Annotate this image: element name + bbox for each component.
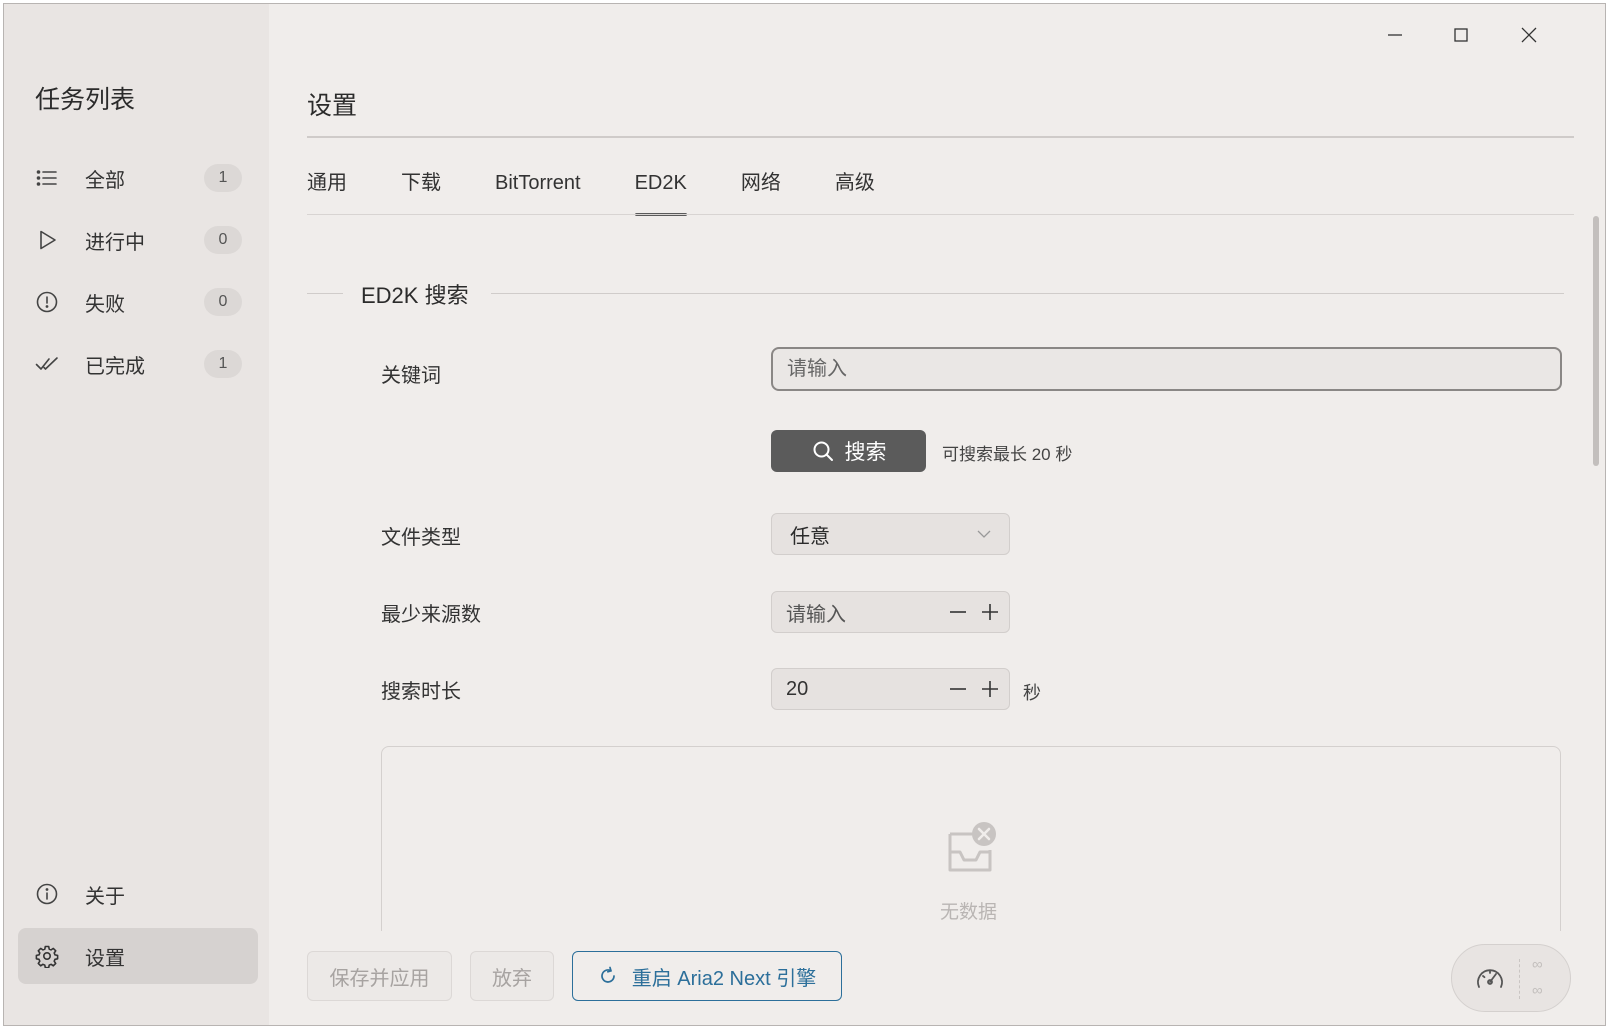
upload-speed: ∞ <box>1532 956 1543 973</box>
sidebar-item-active[interactable]: 进行中 0 <box>18 212 258 268</box>
file-type-value: 任意 <box>790 525 830 548</box>
keyword-input[interactable] <box>771 347 1562 391</box>
decrement-button[interactable] <box>945 676 971 702</box>
sidebar-item-label: 已完成 <box>85 355 145 378</box>
search-button-label: 搜索 <box>844 441 887 464</box>
sidebar-item-label: 失败 <box>85 293 125 316</box>
count-badge: 1 <box>204 350 242 378</box>
tab-bittorrent[interactable]: BitTorrent <box>495 164 581 216</box>
sidebar-item-failed[interactable]: 失败 0 <box>18 274 258 330</box>
count-badge: 0 <box>204 288 242 316</box>
search-icon <box>813 441 833 461</box>
count-badge: 1 <box>204 164 242 192</box>
download-speed: ∞ <box>1532 982 1543 999</box>
sidebar-item-label: 全部 <box>85 169 125 192</box>
minimize-button[interactable] <box>1372 18 1418 52</box>
maximize-icon <box>1454 28 1468 42</box>
min-sources-label: 最少来源数 <box>381 604 481 626</box>
play-icon <box>33 226 61 254</box>
settings-tabs: 通用 下载 BitTorrent ED2K 网络 高级 <box>307 164 929 216</box>
refresh-icon <box>600 966 615 983</box>
plus-icon <box>982 681 998 697</box>
tab-ed2k[interactable]: ED2K <box>634 164 688 216</box>
restart-engine-label: 重启 Aria2 Next 引擎 <box>631 967 817 990</box>
sidebar: 任务列表 全部 1 进行中 0 失败 0 已完成 1 关于 设置 <box>4 4 269 1025</box>
search-hint: 可搜索最长 20 秒 <box>942 445 1073 464</box>
discard-button[interactable]: 放弃 <box>470 951 554 1001</box>
list-icon <box>33 164 61 192</box>
search-button[interactable]: 搜索 <box>771 430 926 472</box>
duration-unit: 秒 <box>1023 683 1041 703</box>
info-icon <box>33 880 61 908</box>
title-divider <box>307 136 1574 138</box>
increment-button[interactable] <box>977 599 1003 625</box>
speedometer-icon <box>1477 969 1503 988</box>
search-duration-label: 搜索时长 <box>381 681 461 703</box>
search-duration-input[interactable]: 20 <box>772 678 945 701</box>
section-divider <box>491 293 1564 294</box>
speed-divider <box>1519 959 1521 999</box>
alert-circle-icon <box>33 288 61 316</box>
chevron-down-icon <box>977 530 991 538</box>
double-check-icon <box>33 350 61 378</box>
sidebar-item-all[interactable]: 全部 1 <box>18 150 258 206</box>
page-title: 设置 <box>307 92 358 120</box>
empty-inbox-icon <box>948 822 996 872</box>
sidebar-item-settings[interactable]: 设置 <box>18 928 258 984</box>
maximize-button[interactable] <box>1438 18 1484 52</box>
tab-advanced[interactable]: 高级 <box>835 164 875 216</box>
section-divider <box>307 293 343 294</box>
tabs-divider <box>307 214 1574 215</box>
scrollbar[interactable] <box>1593 216 1599 466</box>
sidebar-item-label: 进行中 <box>85 231 145 254</box>
file-type-label: 文件类型 <box>381 527 461 549</box>
save-apply-button[interactable]: 保存并应用 <box>307 951 452 1001</box>
gear-icon <box>33 942 61 970</box>
search-duration-stepper[interactable]: 20 <box>771 668 1010 710</box>
sidebar-item-completed[interactable]: 已完成 1 <box>18 336 258 392</box>
minus-icon <box>950 611 966 613</box>
minimize-icon <box>1388 34 1402 36</box>
minus-icon <box>950 688 966 690</box>
min-sources-stepper[interactable]: 请输入 <box>771 591 1010 633</box>
close-button[interactable] <box>1506 18 1552 52</box>
tab-general[interactable]: 通用 <box>307 164 347 216</box>
sidebar-item-about[interactable]: 关于 <box>18 866 258 922</box>
decrement-button[interactable] <box>945 599 971 625</box>
tab-network[interactable]: 网络 <box>741 164 781 216</box>
speed-indicator[interactable]: ∞ ∞ <box>1451 944 1571 1012</box>
keyword-label: 关键词 <box>381 365 441 387</box>
restart-engine-button[interactable]: 重启 Aria2 Next 引擎 <box>572 951 842 1001</box>
plus-icon <box>982 604 998 620</box>
tab-download[interactable]: 下载 <box>401 164 441 216</box>
close-icon <box>1521 27 1537 43</box>
count-badge: 0 <box>204 226 242 254</box>
sidebar-title: 任务列表 <box>35 86 136 114</box>
app-window: 任务列表 全部 1 进行中 0 失败 0 已完成 1 关于 设置 设置 通用 下… <box>3 3 1606 1026</box>
section-title: ED2K 搜索 <box>361 283 469 308</box>
file-type-select[interactable]: 任意 <box>771 513 1010 555</box>
sidebar-item-label: 关于 <box>85 885 125 908</box>
increment-button[interactable] <box>977 676 1003 702</box>
sidebar-item-label: 设置 <box>85 947 125 970</box>
empty-state-text: 无数据 <box>940 902 998 923</box>
min-sources-input[interactable]: 请输入 <box>772 598 945 627</box>
